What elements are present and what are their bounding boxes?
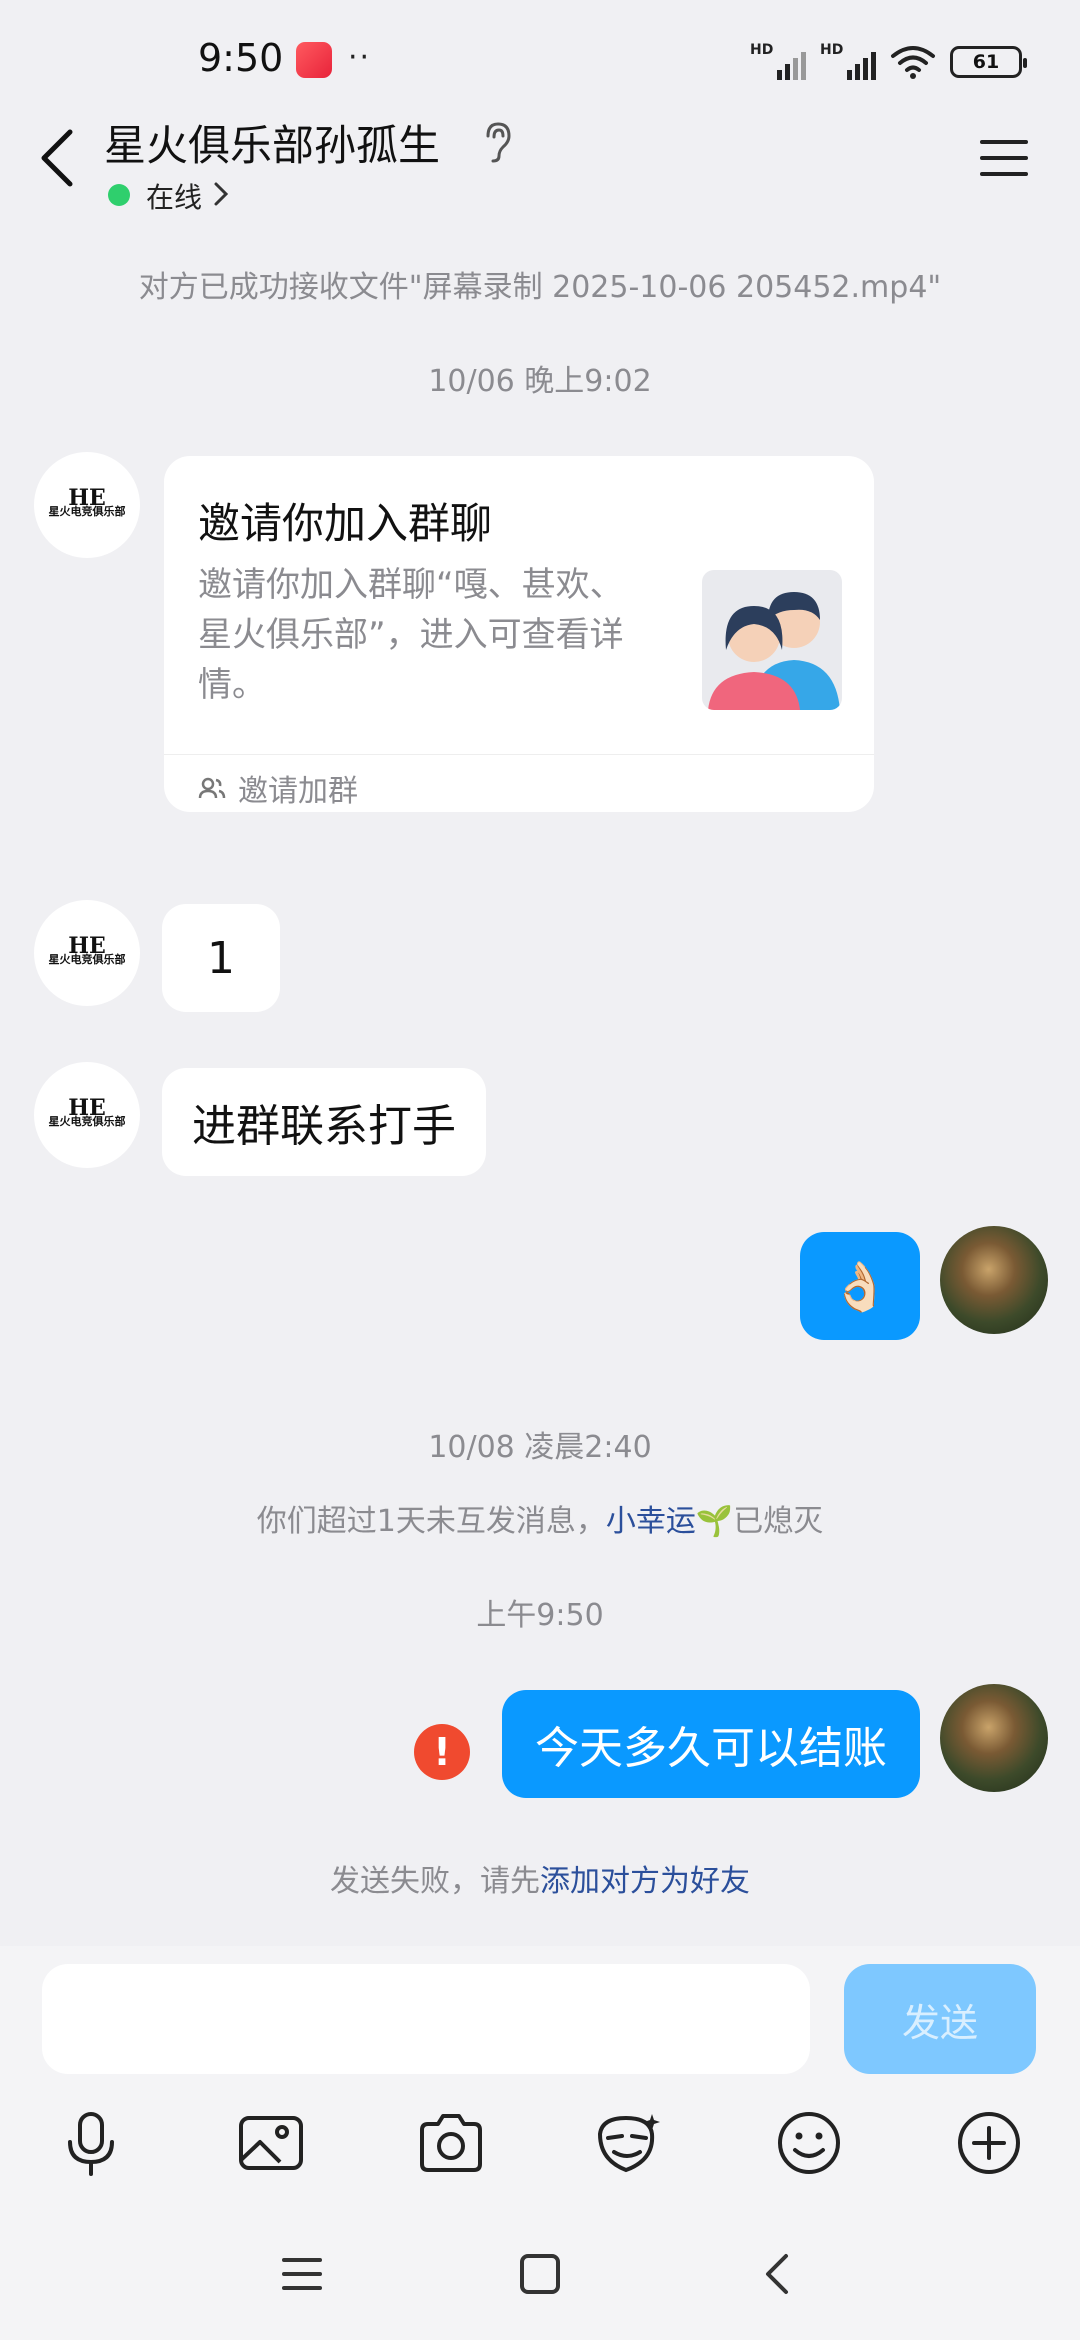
my-message-bubble[interactable]: 👌🏻: [800, 1232, 920, 1340]
emoji-icon[interactable]: [774, 2108, 844, 2178]
club-logo: HE 星火电竞俱乐部: [48, 933, 126, 966]
send-failed-icon[interactable]: !: [414, 1724, 470, 1780]
message-input[interactable]: [42, 1964, 810, 2074]
plus-icon[interactable]: [954, 2108, 1024, 2178]
timestamp: 10/06 晚上9:02: [428, 364, 652, 399]
back-nav-icon[interactable]: [752, 2248, 804, 2300]
streak-link[interactable]: 小幸运: [606, 1504, 696, 1539]
wifi-icon: [891, 46, 935, 79]
group-icon: [198, 777, 226, 799]
invite-card-footer: 邀请加群: [238, 774, 358, 809]
signal-icon: HD: [750, 42, 806, 80]
back-arrow-icon[interactable]: [36, 126, 80, 190]
chat-title[interactable]: 星火俱乐部孙孤生: [104, 112, 440, 173]
my-message-bubble[interactable]: 今天多久可以结账: [502, 1690, 920, 1798]
send-button[interactable]: 发送: [844, 1964, 1036, 2074]
online-status-text[interactable]: 在线: [146, 176, 202, 216]
camera-icon[interactable]: [416, 2108, 486, 2178]
app-notification-icon: [296, 42, 332, 78]
send-failed-notice: 发送失败，请先添加对方为好友: [330, 1864, 750, 1899]
contact-avatar[interactable]: HE 星火电竞俱乐部: [34, 900, 140, 1006]
invite-card-description: 邀请你加入群聊“嘎、甚欢、星火俱乐部”，进入可查看详情。: [198, 565, 624, 705]
card-divider: [164, 754, 874, 755]
group-invite-card[interactable]: 邀请你加入群聊 邀请你加入群聊“嘎、甚欢、星火俱乐部”，进入可查看详情。 邀请加…: [164, 456, 874, 812]
ear-icon[interactable]: [482, 120, 514, 164]
battery-icon: 61: [950, 46, 1027, 78]
streak-notice: 你们超过1天未互发消息，小幸运🌱已熄灭: [256, 1504, 824, 1539]
status-time: 9:50: [198, 36, 284, 80]
invite-card-title: 邀请你加入群聊: [198, 499, 493, 548]
sprout-icon: 🌱: [695, 1504, 734, 1539]
online-status-dot: [108, 184, 130, 206]
contact-avatar[interactable]: HE 星火电竞俱乐部: [34, 1062, 140, 1168]
file-received-notice: 对方已成功接收文件"屏幕录制 2025-10-06 205452.mp4": [138, 270, 942, 305]
group-thumbnail-icon: [702, 570, 842, 710]
home-icon[interactable]: [514, 2248, 566, 2300]
image-icon[interactable]: [236, 2108, 306, 2178]
message-bubble[interactable]: 进群联系打手: [162, 1068, 486, 1176]
microphone-icon[interactable]: [56, 2108, 126, 2178]
recent-apps-icon[interactable]: [276, 2248, 328, 2300]
signal-icon: HD: [820, 42, 876, 80]
status-indicators: HD HD 61: [750, 42, 1027, 82]
my-avatar[interactable]: [940, 1226, 1048, 1334]
status-bar: 9:50 ·· HD HD 61: [0, 0, 1080, 120]
my-avatar[interactable]: [940, 1684, 1048, 1792]
menu-icon[interactable]: [978, 138, 1030, 178]
red-packet-icon[interactable]: [592, 2108, 662, 2178]
club-logo: HE 星火电竞俱乐部: [48, 1095, 126, 1128]
more-notifications-icon: ··: [348, 40, 372, 75]
chevron-right-icon[interactable]: [212, 180, 230, 208]
add-friend-link[interactable]: 添加对方为好友: [540, 1864, 750, 1899]
contact-avatar[interactable]: HE 星火电竞俱乐部: [34, 452, 140, 558]
message-bubble[interactable]: 1: [162, 904, 280, 1012]
timestamp: 上午9:50: [476, 1598, 604, 1633]
club-logo: HE 星火电竞俱乐部: [48, 485, 126, 518]
timestamp: 10/08 凌晨2:40: [428, 1430, 652, 1465]
